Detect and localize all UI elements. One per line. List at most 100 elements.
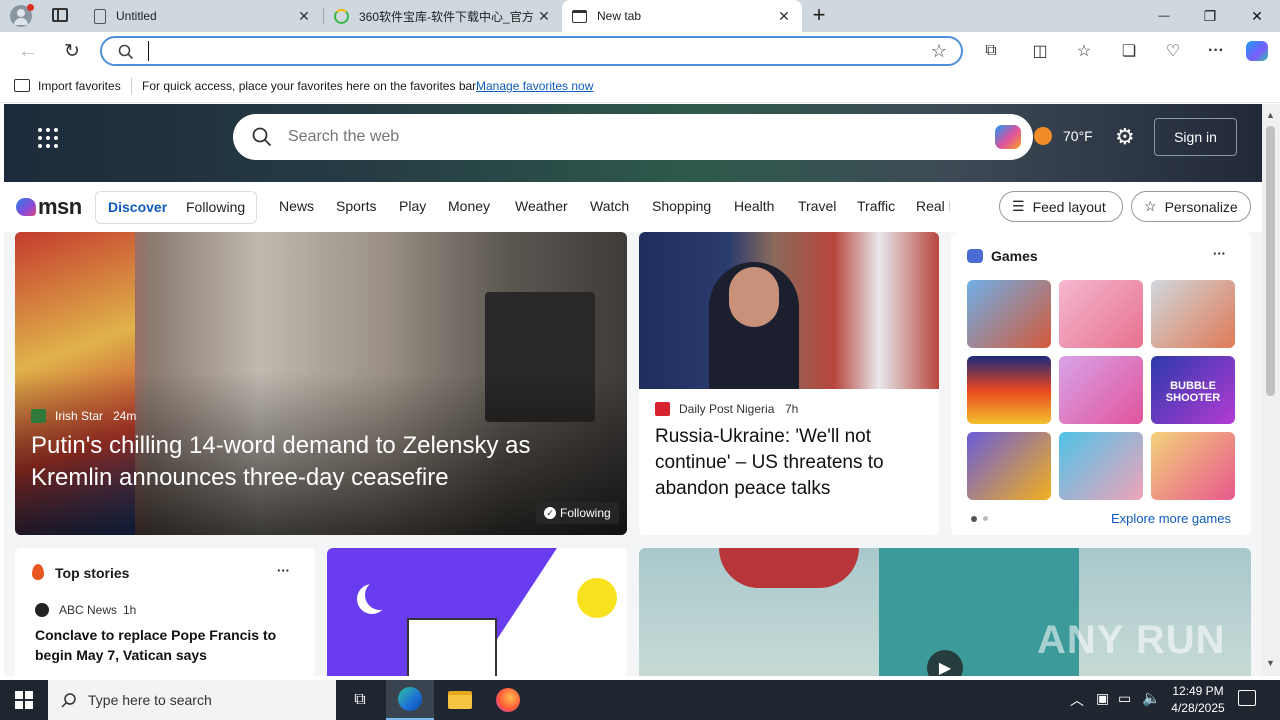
nav-travel[interactable]: Travel: [798, 198, 836, 214]
volume-icon[interactable]: 🔈: [1142, 689, 1161, 707]
close-icon[interactable]: ✕: [536, 8, 552, 25]
taskbar-search[interactable]: Type here to search: [48, 680, 336, 720]
story-source: Irish Star: [55, 409, 104, 423]
vertical-scrollbar[interactable]: ▲ ▼: [1262, 104, 1280, 676]
web-search-input[interactable]: [288, 126, 968, 148]
game-tile[interactable]: [967, 280, 1051, 348]
game-tile[interactable]: [1059, 356, 1143, 424]
top-stories-card: Top stories ··· ABC News 1h Conclave to …: [15, 548, 315, 676]
favorite-star-icon[interactable]: ☆: [931, 41, 947, 62]
nav-health[interactable]: Health: [734, 198, 774, 214]
refresh-icon[interactable]: ↻: [60, 40, 84, 62]
notification-icon[interactable]: [1238, 690, 1256, 706]
tab-untitled[interactable]: Untitled ✕: [84, 0, 322, 32]
game-tile[interactable]: [1151, 432, 1235, 500]
story-headline[interactable]: Putin's chilling 14-word demand to Zelen…: [31, 430, 571, 494]
scroll-up-icon[interactable]: ▲: [1266, 110, 1275, 120]
feed-layout-button[interactable]: ☰ Feed layout: [999, 191, 1123, 222]
tab-actions-icon[interactable]: [52, 8, 68, 22]
nav-money[interactable]: Money: [448, 198, 490, 214]
video-card[interactable]: ▶ ANY RUN: [639, 548, 1251, 676]
file-explorer-icon[interactable]: [436, 680, 484, 720]
illustration-card[interactable]: [327, 548, 627, 676]
sign-in-button[interactable]: Sign in: [1154, 118, 1237, 156]
nav-weather[interactable]: Weather: [515, 198, 568, 214]
close-icon[interactable]: ✕: [296, 8, 312, 25]
nav-real-estate[interactable]: Real E: [916, 198, 950, 214]
game-tile[interactable]: [1151, 280, 1235, 348]
personalize-button[interactable]: ☆ Personalize: [1131, 191, 1251, 222]
tab-title: New tab: [597, 9, 642, 23]
tab-title: Untitled: [116, 9, 157, 23]
chevron-up-icon[interactable]: ︿: [1070, 690, 1084, 710]
extensions-icon[interactable]: ⧉: [979, 40, 1003, 62]
game-tile[interactable]: [967, 432, 1051, 500]
game-tile[interactable]: [967, 356, 1051, 424]
msn-logo[interactable]: msn: [16, 194, 82, 220]
search-icon: [252, 127, 272, 147]
apps-grid-icon[interactable]: [38, 128, 58, 148]
network-icon[interactable]: ▭: [1118, 690, 1131, 707]
restore-button[interactable]: ❐: [1187, 0, 1233, 32]
web-search-box[interactable]: [233, 114, 1033, 160]
split-screen-icon[interactable]: ◫: [1028, 40, 1052, 62]
nav-play[interactable]: Play: [399, 198, 426, 214]
browser-essentials-icon[interactable]: ♡: [1161, 40, 1185, 62]
address-input[interactable]: [148, 41, 908, 61]
weather-sun-icon[interactable]: [1034, 127, 1052, 145]
favbar-message: For quick access, place your favorites h…: [142, 79, 479, 93]
story-headline[interactable]: Russia-Ukraine: 'We'll not continue' – U…: [655, 424, 925, 502]
clock-time[interactable]: 12:49 PM: [1168, 684, 1228, 698]
new-tab-button[interactable]: +: [808, 3, 830, 29]
hero-story-card[interactable]: Irish Star 24m Putin's chilling 14-word …: [15, 232, 627, 535]
collections-icon[interactable]: ❏: [1117, 40, 1141, 62]
tab-360[interactable]: 360软件宝库-软件下载中心_官方 ✕: [324, 0, 562, 32]
nav-shopping[interactable]: Shopping: [652, 198, 711, 214]
start-button[interactable]: [0, 680, 48, 720]
story-headline[interactable]: Conclave to replace Pope Francis to begi…: [35, 625, 285, 665]
copilot-icon[interactable]: [1245, 40, 1269, 62]
clock-date[interactable]: 4/28/2025: [1166, 701, 1230, 715]
settings-gear-icon[interactable]: ⚙: [1115, 124, 1135, 150]
nav-traffic[interactable]: Traffic: [857, 198, 895, 214]
story-card[interactable]: Daily Post Nigeria 7h Russia-Ukraine: 'W…: [639, 232, 939, 535]
nav-watch[interactable]: Watch: [590, 198, 629, 214]
following-badge[interactable]: ✓ Following: [536, 502, 619, 524]
games-title: Games: [991, 248, 1038, 264]
search-icon: [118, 44, 134, 60]
edge-taskbar-icon[interactable]: [386, 680, 434, 720]
explore-more-games-link[interactable]: Explore more games: [1111, 511, 1231, 526]
manage-favorites-link[interactable]: Manage favorites now: [476, 79, 593, 93]
game-tile[interactable]: [1059, 280, 1143, 348]
minimize-button[interactable]: —: [1141, 0, 1187, 32]
weather-temp[interactable]: 70°F: [1063, 128, 1093, 144]
game-tile[interactable]: BUBBLE SHOOTER: [1151, 356, 1235, 424]
task-view-icon[interactable]: ⧉: [336, 680, 384, 720]
windows-icon: [15, 691, 33, 709]
close-window-button[interactable]: ✕: [1234, 0, 1280, 32]
carousel-dot[interactable]: [971, 516, 977, 522]
tab-new-tab[interactable]: New tab ✕: [562, 0, 802, 32]
back-icon[interactable]: ←: [16, 40, 40, 62]
scroll-thumb[interactable]: [1266, 126, 1275, 396]
more-options-icon[interactable]: ···: [1213, 246, 1226, 261]
favorites-bar: Import favorites For quick access, place…: [0, 70, 1280, 103]
games-card: Games ··· BUBBLE SHOOTER Explore more ga…: [951, 232, 1251, 535]
scroll-down-icon[interactable]: ▼: [1266, 658, 1275, 668]
tab-discover[interactable]: Discover: [108, 199, 167, 215]
more-icon[interactable]: ···: [1204, 40, 1228, 62]
address-bar[interactable]: ☆: [100, 36, 963, 66]
nav-sports[interactable]: Sports: [336, 198, 376, 214]
firefox-icon[interactable]: [484, 680, 532, 720]
profile-icon[interactable]: [10, 4, 34, 27]
close-icon[interactable]: ✕: [776, 8, 792, 25]
favorites-icon[interactable]: ☆: [1072, 40, 1096, 62]
device-icon[interactable]: ▣: [1096, 690, 1109, 707]
import-favorites-button[interactable]: Import favorites: [38, 79, 121, 93]
game-tile[interactable]: [1059, 432, 1143, 500]
carousel-dot[interactable]: [983, 516, 988, 521]
nav-news[interactable]: News: [279, 198, 314, 214]
copilot-search-icon[interactable]: [995, 125, 1021, 149]
more-options-icon[interactable]: ···: [277, 563, 290, 578]
tab-following[interactable]: Following: [186, 199, 245, 215]
